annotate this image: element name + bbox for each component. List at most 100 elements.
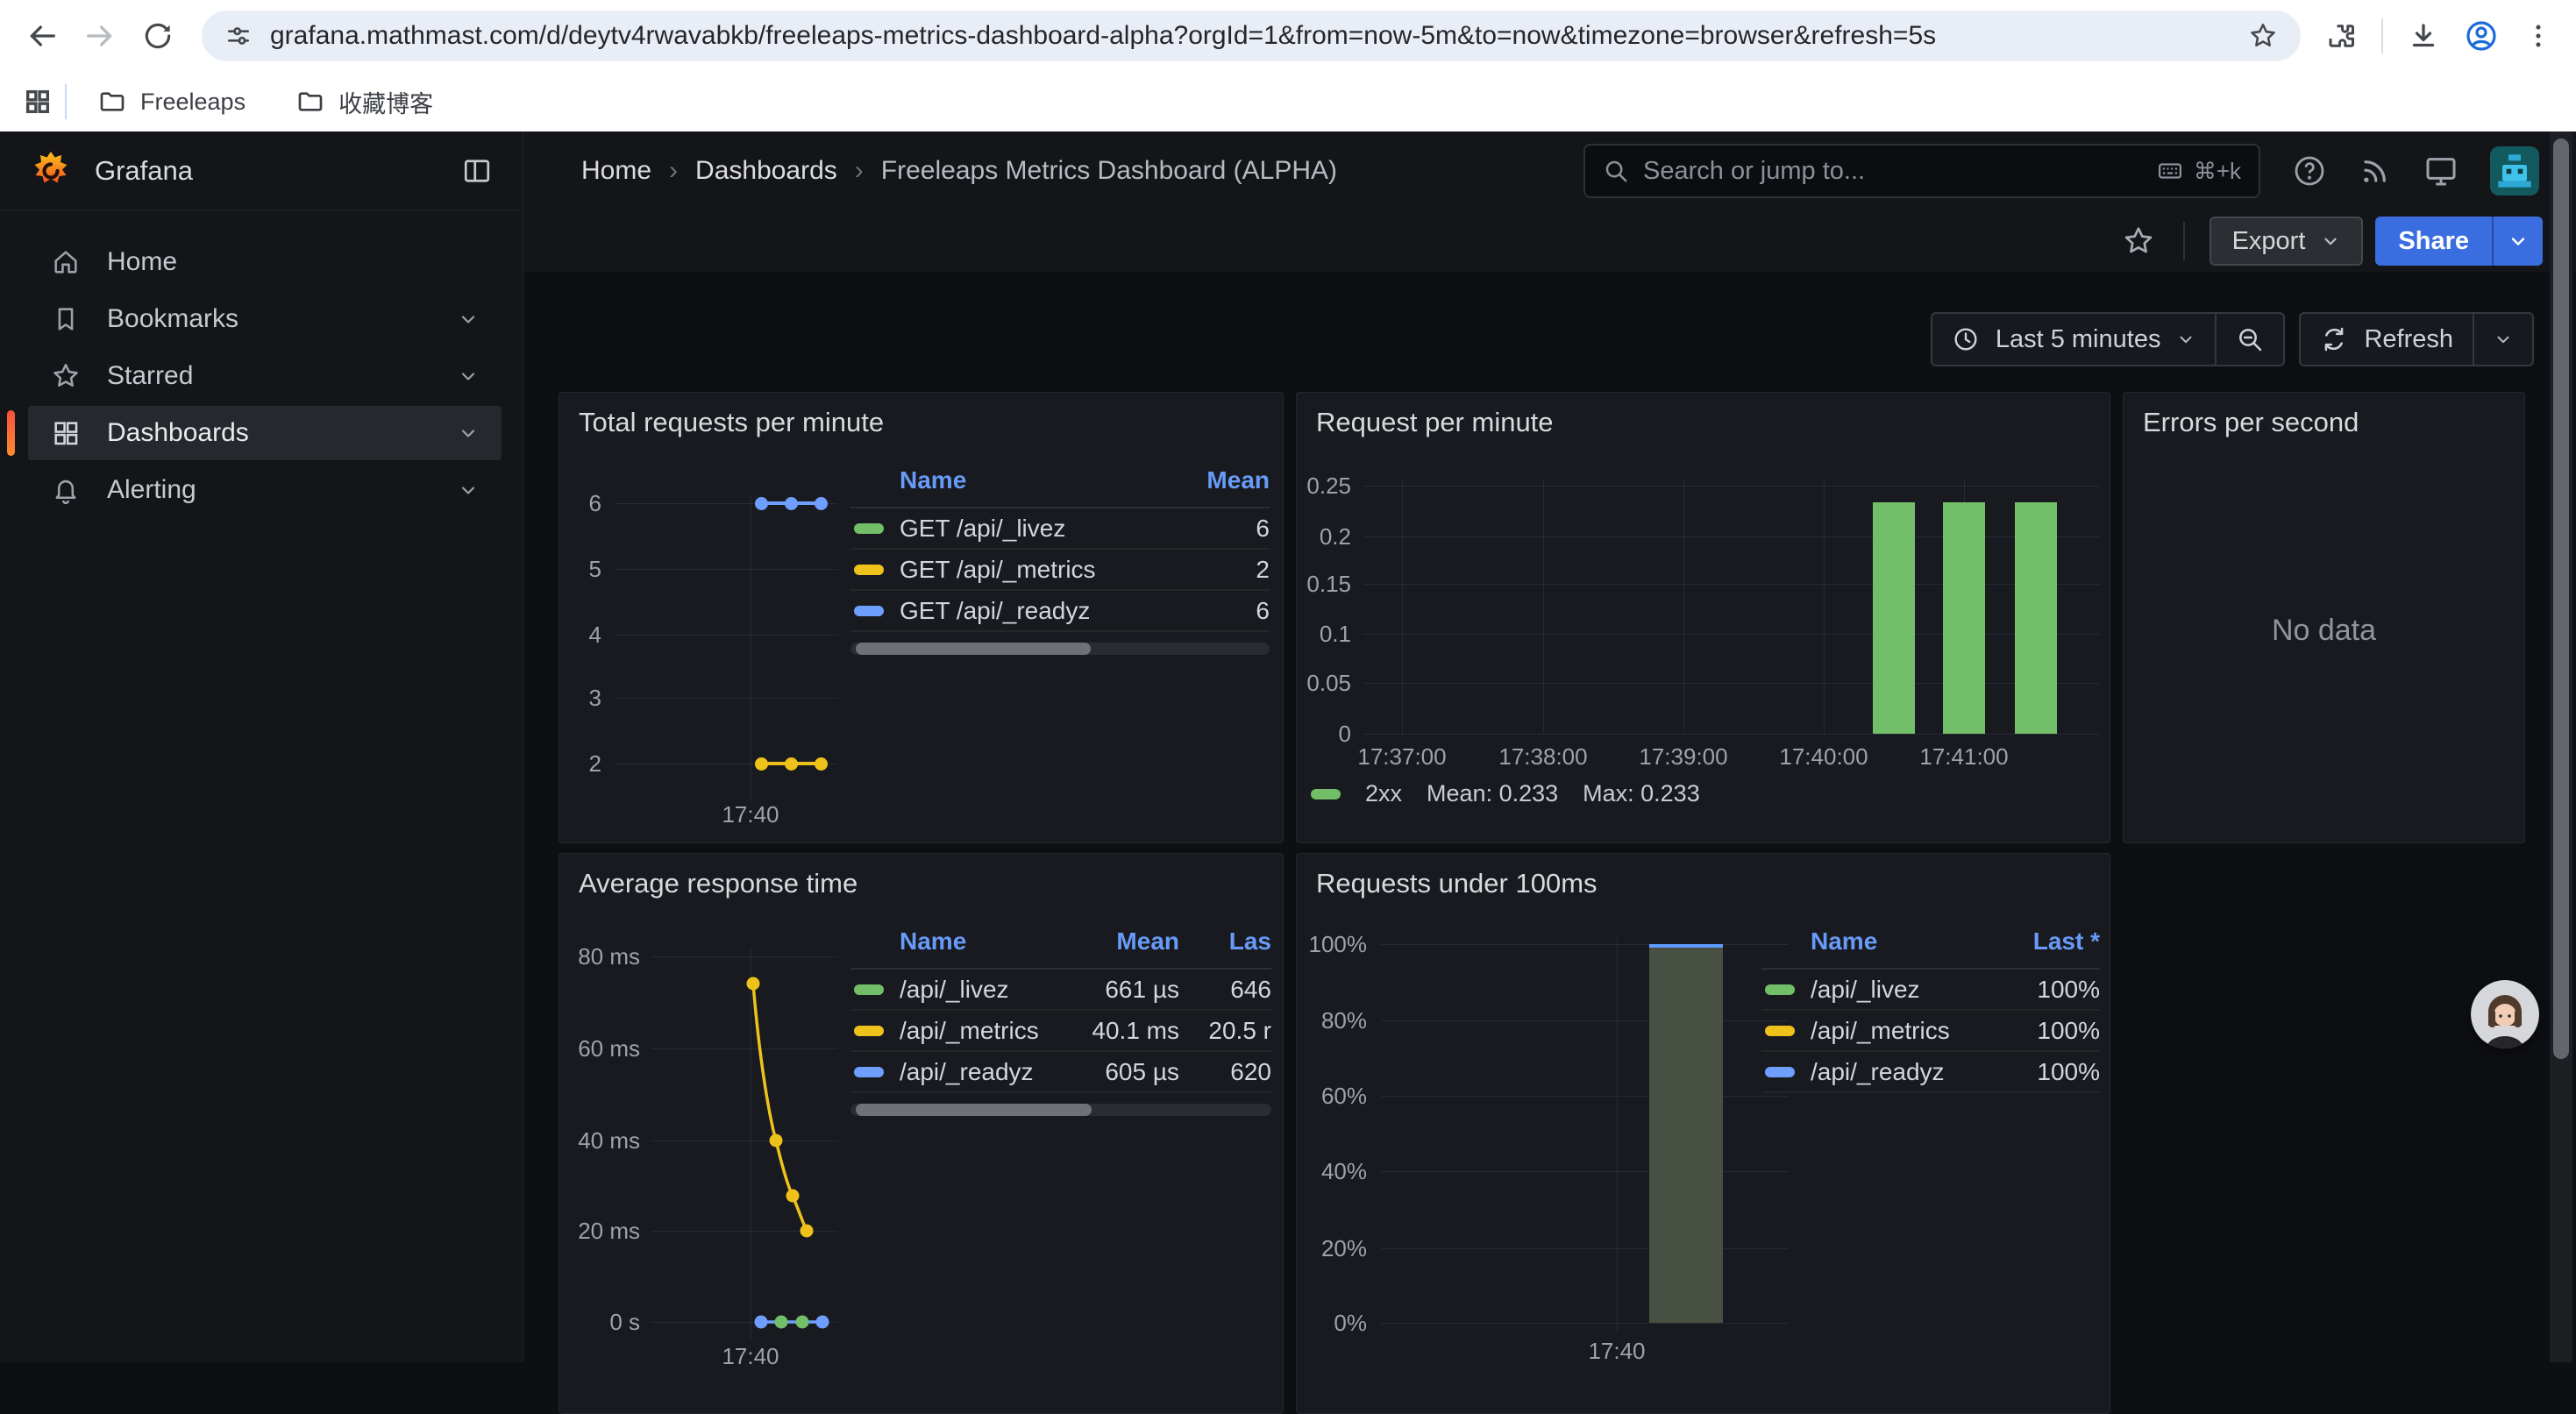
back-button[interactable] [18, 11, 67, 60]
series-name: /api/_readyz [1811, 1058, 1995, 1086]
user-avatar[interactable] [2490, 146, 2539, 195]
x-tick: 17:38:00 [1477, 743, 1609, 771]
refresh-interval-button[interactable] [2473, 314, 2532, 365]
y-tick: 0.2 [1297, 522, 1351, 551]
chevron-down-icon [2508, 231, 2529, 252]
zoom-out-icon [2236, 325, 2264, 353]
breadcrumb-separator-icon: › [669, 156, 678, 186]
breadcrumb-separator-icon: › [855, 156, 864, 186]
series-name: /api/_livez [1811, 976, 1995, 1004]
collapse-sidebar-icon[interactable] [461, 155, 493, 187]
legend-series-name: 2xx [1365, 780, 1402, 807]
bookmark-folder-blogs[interactable]: 收藏博客 [277, 76, 452, 128]
browser-toolbar: grafana.mathmast.com/d/deytv4rwavabkb/fr… [0, 0, 2576, 72]
time-range-picker[interactable]: Last 5 minutes [1932, 314, 2216, 365]
legend-row[interactable]: GET /api/_readyz 6 [850, 591, 1270, 632]
series-last: 646 [1179, 976, 1271, 1004]
panel-title[interactable]: Requests under 100ms [1297, 854, 2110, 913]
chevron-down-icon [2494, 330, 2513, 349]
panel-errors-per-second: Errors per second No data [2123, 392, 2525, 843]
share-button[interactable]: Share [2375, 217, 2543, 266]
legend-row[interactable]: GET /api/_livez 6 [850, 508, 1270, 550]
y-tick: 0.1 [1297, 620, 1351, 648]
legend-row[interactable]: GET /api/_metrics 2 [850, 550, 1270, 591]
page-header: Home › Dashboards › Freeleaps Metrics Da… [523, 131, 2576, 210]
sidebar-item-starred[interactable]: Starred [28, 349, 502, 403]
column-name[interactable]: Name [850, 466, 1164, 494]
column-name[interactable]: Name [1761, 927, 1995, 956]
legend-2xx[interactable]: 2xx Mean: 0.233 Max: 0.233 [1311, 780, 1700, 807]
y-tick: 20% [1297, 1234, 1367, 1262]
grafana-logo[interactable] [30, 150, 72, 192]
legend-row[interactable]: /api/_livez 661 µs 646 [850, 970, 1271, 1011]
series-color-yellow [1765, 1026, 1795, 1036]
x-tick: 17:40 [698, 801, 803, 828]
column-last[interactable]: Las [1179, 927, 1271, 956]
series-color-green [854, 523, 884, 534]
chevron-down-icon [458, 366, 479, 387]
legend-table-header: Name Mean [850, 466, 1270, 508]
bookmark-folder-freeleaps[interactable]: Freeleaps [79, 79, 265, 124]
column-name[interactable]: Name [850, 927, 1048, 956]
scrollbar-thumb[interactable] [2553, 139, 2569, 1059]
apps-grid-icon[interactable] [23, 87, 53, 117]
refresh-button[interactable]: Refresh [2301, 314, 2473, 365]
profile-icon[interactable] [2464, 18, 2499, 53]
series-last: 100% [1995, 1017, 2100, 1045]
column-mean[interactable]: Mean [1048, 927, 1179, 956]
series-name: /api/_metrics [1811, 1017, 1995, 1045]
legend-scrollbar[interactable] [850, 1104, 1271, 1116]
help-icon[interactable] [2292, 153, 2327, 188]
legend-row[interactable]: /api/_metrics 100% [1761, 1011, 2100, 1052]
news-rss-icon[interactable] [2359, 154, 2392, 188]
y-tick: 5 [559, 555, 601, 583]
bookmark-star-icon[interactable] [2248, 21, 2278, 51]
breadcrumb-dashboards[interactable]: Dashboards [695, 156, 837, 186]
panel-title[interactable]: Request per minute [1297, 393, 2110, 452]
series-last: 620 [1179, 1058, 1271, 1086]
download-icon[interactable] [2408, 20, 2439, 52]
girl-avatar-image [2471, 980, 2539, 1048]
sidebar-item-home[interactable]: Home [28, 235, 502, 289]
series-mean: 6 [1164, 515, 1270, 543]
panel-title[interactable]: Total requests per minute [559, 393, 1283, 452]
x-tick: 17:37:00 [1336, 743, 1468, 771]
forward-arrow-icon [82, 18, 117, 53]
bar-2xx [2015, 502, 2057, 734]
sidebar-item-dashboards[interactable]: Dashboards [28, 406, 502, 460]
url-bar[interactable]: grafana.mathmast.com/d/deytv4rwavabkb/fr… [202, 11, 2301, 61]
search-box[interactable]: ⌘+k [1583, 144, 2260, 198]
column-last[interactable]: Last * [1995, 927, 2100, 956]
sidebar-item-alerting[interactable]: Alerting [28, 463, 502, 517]
sidebar-item-bookmarks[interactable]: Bookmarks [28, 292, 502, 346]
share-menu-button[interactable] [2492, 217, 2543, 266]
reload-button[interactable] [133, 11, 182, 60]
legend-row[interactable]: /api/_metrics 40.1 ms 20.5 r [850, 1011, 1271, 1052]
zoom-out-button[interactable] [2215, 314, 2283, 365]
legend-row[interactable]: /api/_readyz 100% [1761, 1052, 2100, 1093]
y-tick: 100% [1297, 930, 1367, 958]
kiosk-monitor-icon[interactable] [2423, 153, 2459, 188]
url-text[interactable]: grafana.mathmast.com/d/deytv4rwavabkb/fr… [270, 21, 2231, 51]
search-input[interactable] [1643, 157, 2143, 186]
reload-icon [141, 19, 174, 53]
legend-row[interactable]: /api/_readyz 605 µs 620 [850, 1052, 1271, 1093]
star-dashboard-icon[interactable] [2122, 224, 2155, 258]
bar-2xx [1943, 502, 1985, 734]
site-settings-icon[interactable] [224, 22, 253, 50]
extensions-icon[interactable] [2325, 20, 2357, 52]
panel-title[interactable]: Errors per second [2124, 393, 2524, 452]
back-arrow-icon [25, 18, 60, 53]
column-mean[interactable]: Mean [1164, 466, 1270, 494]
window-scrollbar[interactable] [2550, 131, 2572, 1362]
menu-kebab-icon[interactable] [2523, 21, 2553, 51]
floating-avatar-widget[interactable] [2471, 980, 2539, 1048]
legend-row[interactable]: /api/_livez 100% [1761, 970, 2100, 1011]
legend-scrollbar[interactable] [850, 643, 1270, 655]
sidebar-nav: Home Bookmarks Starred Dashboards [0, 210, 523, 517]
breadcrumb-home[interactable]: Home [581, 156, 651, 186]
brand-name[interactable]: Grafana [95, 155, 438, 187]
forward-button[interactable] [75, 11, 125, 60]
export-button[interactable]: Export [2210, 217, 2364, 266]
share-label: Share [2375, 227, 2492, 256]
